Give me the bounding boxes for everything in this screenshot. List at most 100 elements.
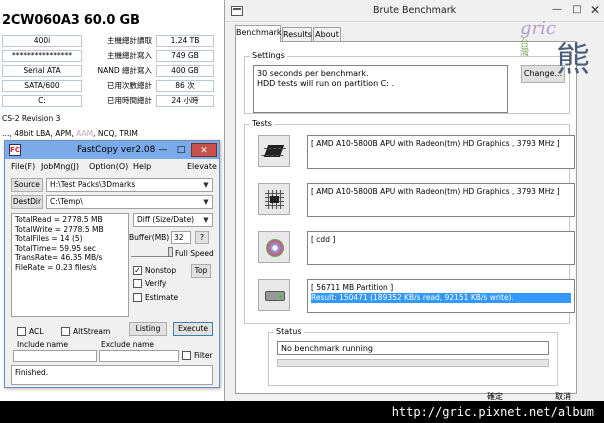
chevron-down-icon[interactable]: ▼ [201, 196, 211, 208]
drive-title: 2CW060A3 60.0 GB [2, 13, 140, 28]
hdd-test-button[interactable] [258, 279, 290, 311]
include-name-input[interactable] [13, 350, 97, 362]
benchmark-panel: Settings 30 seconds per benchmark. HDD t… [235, 41, 577, 394]
minimize-icon[interactable]: — [549, 3, 565, 17]
cdrom-test-result: [ cdd ] [307, 231, 575, 265]
info-left-value: 400i [2, 35, 82, 47]
copy-mode-value: Diff (Size/Date) [137, 215, 195, 224]
menu-jobmng[interactable]: JobMng(J) [41, 162, 79, 171]
url-banner: http://gric.pixnet.net/album [0, 401, 604, 423]
stat-line: TotalWrite = 2778.5 MB [15, 224, 104, 234]
top-button[interactable]: Top [191, 264, 211, 278]
include-name-label: Include name [17, 340, 68, 349]
execute-button[interactable]: Execute [173, 322, 213, 336]
memory-test-button[interactable] [258, 183, 290, 215]
benchmark-progress-bar [277, 359, 549, 367]
logo-text-sub: 台灣 [520, 39, 530, 58]
info-row: 400i 主機總計讀取 1.24 TB [0, 34, 222, 48]
menu-elevate[interactable]: Elevate [187, 162, 217, 171]
buffer-help-button[interactable]: ? [195, 231, 209, 244]
window-title: Brute Benchmark [373, 5, 457, 16]
maximize-icon[interactable]: □ [569, 3, 585, 17]
test-device: [ cdd ] [311, 235, 336, 244]
test-result-text: Result: 150471 (189352 KB/s read, 92151 … [311, 293, 571, 303]
minimize-icon[interactable]: — [155, 144, 171, 156]
features-dim: AAM [76, 129, 94, 138]
menu-help[interactable]: Help [133, 162, 151, 171]
features-prefix: …, 48bit LBA, APM, [2, 129, 77, 138]
speed-slider-thumb[interactable] [168, 247, 173, 257]
tests-label: Tests [250, 119, 274, 128]
info-label: 已用次數總計 [107, 81, 152, 90]
acl-checkbox[interactable] [17, 327, 26, 336]
buffer-input[interactable]: 32 [171, 231, 191, 244]
maximize-icon[interactable]: □ [173, 144, 189, 156]
info-row: Serial ATA NAND 總計寫入 400 GB [0, 64, 222, 78]
info-label: NAND 總計寫入 [97, 66, 152, 75]
tab-about[interactable]: About [313, 27, 341, 42]
source-path-combo[interactable]: H:\Test Packs\3Dmarks ▼ [46, 178, 213, 192]
stat-line: TotalTime= 59.95 sec [15, 243, 97, 253]
settings-text-box: 30 seconds per benchmark. HDD tests will… [253, 65, 508, 113]
info-value: 400 GB [156, 65, 214, 77]
filter-checkbox[interactable] [182, 351, 191, 360]
destdir-button[interactable]: DestDir [11, 195, 43, 209]
nonstop-label: Nonstop [145, 266, 177, 275]
fastcopy-title: FastCopy ver2.08 [77, 145, 156, 155]
status-label: Status [274, 327, 304, 336]
chevron-down-icon[interactable]: ▼ [201, 214, 211, 226]
tab-benchmark[interactable]: Benchmark [235, 25, 282, 42]
buffer-label: Buffer(MB) [129, 233, 170, 242]
destdir-path-combo[interactable]: C:\Temp\ ▼ [46, 195, 213, 209]
cpu-chip-icon [263, 145, 285, 157]
listing-button[interactable]: Listing [129, 322, 167, 336]
source-path-value: H:\Test Packs\3Dmarks [50, 180, 136, 189]
settings-line: 30 seconds per benchmark. [257, 69, 369, 78]
nonstop-checkbox[interactable]: ✓ [133, 266, 142, 275]
altstream-checkbox[interactable] [61, 327, 70, 336]
close-icon[interactable]: ✕ [191, 143, 217, 157]
full-speed-label: Full Speed [175, 249, 214, 258]
estimate-label: Estimate [145, 293, 179, 302]
info-row: C: 已用時間總計 24 小時 [0, 94, 222, 108]
info-label: 主機總計讀取 [107, 36, 152, 45]
tab-results[interactable]: Results [282, 27, 312, 42]
status-text-box: No benchmark running [277, 341, 549, 355]
info-value: 86 次 [156, 80, 214, 92]
destdir-path-value: C:\Temp\ [50, 197, 83, 206]
cpu-test-button[interactable] [258, 135, 290, 167]
menu-option[interactable]: Option(O) [89, 162, 128, 171]
chevron-down-icon[interactable]: ▼ [201, 179, 211, 191]
info-left-value: Serial ATA [2, 65, 82, 77]
close-icon[interactable]: ✕ [587, 3, 603, 17]
stat-line: FileRate = 0.23 files/s [15, 262, 97, 272]
info-left-value: **************** [2, 50, 82, 62]
altstream-label: AltStream [73, 327, 111, 336]
source-button[interactable]: Source [11, 178, 43, 192]
verify-label: Verify [145, 279, 167, 288]
test-device: [ AMD A10-5800B APU with Radeon(tm) HD G… [311, 187, 560, 196]
info-left-value: C: [2, 95, 82, 107]
info-left-value: SATA/600 [2, 80, 82, 92]
hard-drive-icon [265, 291, 285, 301]
cdrom-test-button[interactable] [258, 231, 290, 263]
fastcopy-title-bar[interactable]: FC FastCopy ver2.08 — □ ✕ [5, 141, 219, 159]
fastcopy-window: FC FastCopy ver2.08 — □ ✕ File(F) JobMng… [4, 140, 220, 388]
gric-logo: gric 台灣 熊 [520, 18, 598, 84]
memory-grid-icon [265, 190, 284, 209]
logo-text-zh: 熊 [556, 40, 590, 80]
memory-test-result: [ AMD A10-5800B APU with Radeon(tm) HD G… [307, 183, 575, 217]
tests-group: Tests [ AMD A10-5800B APU with Radeon(tm… [244, 119, 575, 324]
menu-file[interactable]: File(F) [11, 162, 35, 171]
status-group: Status No benchmark running [268, 327, 558, 386]
verify-checkbox[interactable] [133, 279, 142, 288]
estimate-checkbox[interactable] [133, 293, 142, 302]
info-value: 1.24 TB [156, 35, 214, 47]
acl-label: ACL [29, 327, 44, 336]
speed-slider[interactable] [131, 247, 173, 257]
copy-mode-select[interactable]: Diff (Size/Date) ▼ [133, 213, 213, 227]
settings-line: HDD tests will run on partition C: . [257, 79, 395, 88]
info-row: SATA/600 已用次數總計 86 次 [0, 79, 222, 93]
exclude-name-input[interactable] [99, 350, 179, 362]
stat-line: TransRate= 46.35 MB/s [15, 253, 103, 262]
